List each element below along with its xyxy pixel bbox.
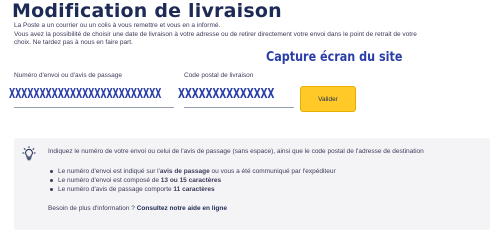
lightbulb-icon [22,146,36,161]
bullet-1-end: ou vous a été communiqué par l'expéditeu… [209,168,336,175]
bullet-3-text: Le numéro d'avis de passage comporte [58,186,174,193]
postal-code-input[interactable]: XXXXXXXXXXXXXX [178,87,274,102]
list-item: Le numéro d'envoi est composé de 13 ou 1… [48,176,336,185]
intro-line-2: Vous avez la possibilité de choisir une … [14,30,417,38]
info-main-text: Indiquez le numéro de votre envoi ou cel… [48,148,424,155]
help-text: Besoin de plus d'information ? [48,205,137,212]
tracking-number-underline [14,107,174,108]
help-link[interactable]: Consultez notre aide en ligne [137,205,227,212]
tracking-number-label: Numéro d'envoi ou d'avis de passage [14,72,122,79]
list-item: Le numéro d'envoi est indiqué sur l'avis… [48,167,336,176]
list-item: Le numéro d'avis de passage comporte 11 … [48,185,336,194]
submit-button[interactable]: Valider [300,86,356,112]
bullet-1-bold: avis de passage [159,168,210,175]
help-line: Besoin de plus d'information ? Consultez… [48,205,227,212]
bullet-1-text: Le numéro d'envoi est indiqué sur l' [58,168,160,175]
capture-annotation: Capture écran du site [266,50,403,65]
postal-code-underline [184,107,294,108]
intro-text: La Poste a un courrier ou un colis à vou… [14,22,484,48]
page-title: Modification de livraison [12,0,282,22]
intro-line-1: La Poste a un courrier ou un colis à vou… [14,22,221,29]
bullet-2-text: Le numéro d'envoi est composé de [58,177,161,184]
tracking-number-input[interactable]: XXXXXXXXXXXXXXXXXXXXXXXXX [9,87,161,102]
bullet-2-bold: 13 ou 15 caractères [160,177,222,184]
postal-code-label: Code postal de livraison [184,72,254,79]
intro-line-3: choix. Ne tardez pas à nous en faire par… [14,39,133,47]
info-bullet-list: Le numéro d'envoi est indiqué sur l'avis… [48,167,336,194]
bullet-3-bold: 11 caractères [173,186,215,193]
